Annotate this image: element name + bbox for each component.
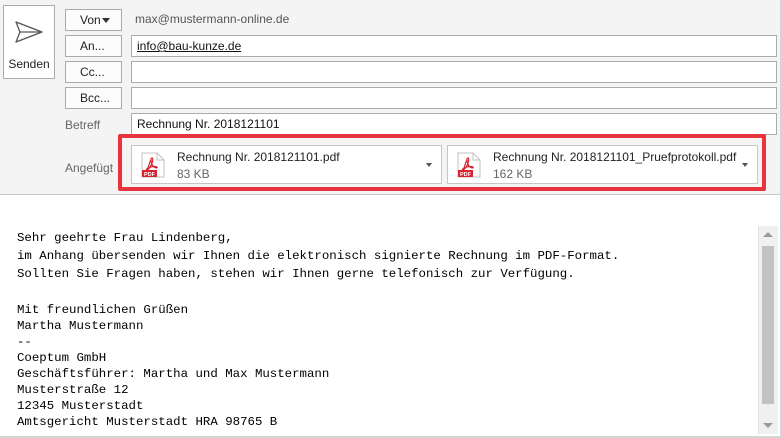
to-recipient[interactable]: info@bau-kunze.de (137, 39, 241, 53)
attachments-label: Angefügt (65, 161, 114, 175)
body-line: Martha Mustermann (17, 319, 144, 333)
scrollbar-thumb[interactable] (762, 246, 774, 404)
from-button-label: Von (80, 13, 101, 27)
scroll-down-icon[interactable] (763, 423, 773, 428)
to-button[interactable]: An... (65, 35, 122, 57)
bcc-field[interactable] (131, 87, 777, 109)
vertical-scrollbar[interactable] (758, 226, 778, 434)
body-line: Musterstraße 12 (17, 383, 129, 397)
attachments-highlight (118, 134, 766, 191)
from-address: max@mustermann-online.de (135, 12, 290, 26)
body-line: Amtsgericht Musterstadt HRA 98765 B (17, 415, 278, 429)
compose-header: Senden Von max@mustermann-online.de An..… (0, 0, 782, 195)
body-line: Sehr geehrte Frau Lindenberg, (17, 231, 233, 245)
message-body[interactable]: Sehr geehrte Frau Lindenberg, im Anhang … (3, 228, 755, 433)
body-line: 12345 Musterstadt (17, 399, 144, 413)
send-button[interactable]: Senden (3, 5, 55, 79)
body-line: im Anhang übersenden wir Ihnen die elekt… (17, 249, 620, 263)
chevron-down-icon (102, 18, 110, 23)
subject-label: Betreff (65, 118, 101, 132)
send-icon (14, 20, 44, 47)
bcc-button[interactable]: Bcc... (65, 87, 122, 109)
body-line: -- (17, 335, 32, 349)
body-line: Sollten Sie Fragen haben, stehen wir Ihn… (17, 267, 575, 281)
cc-button-label: Cc... (80, 65, 105, 79)
to-field[interactable]: info@bau-kunze.de (131, 35, 777, 57)
body-line: Coeptum GmbH (17, 351, 107, 365)
cc-button[interactable]: Cc... (65, 61, 122, 83)
scroll-up-icon[interactable] (763, 232, 773, 237)
from-button[interactable]: Von (65, 9, 122, 31)
subject-field[interactable]: Rechnung Nr. 2018121101 (131, 113, 777, 135)
body-line: Geschäftsführer: Martha und Max Musterma… (17, 367, 330, 381)
to-button-label: An... (80, 39, 105, 53)
body-line: Mit freundlichen Grüßen (17, 303, 189, 317)
cc-field[interactable] (131, 61, 777, 83)
send-button-label: Senden (8, 57, 50, 71)
bcc-button-label: Bcc... (80, 91, 111, 105)
